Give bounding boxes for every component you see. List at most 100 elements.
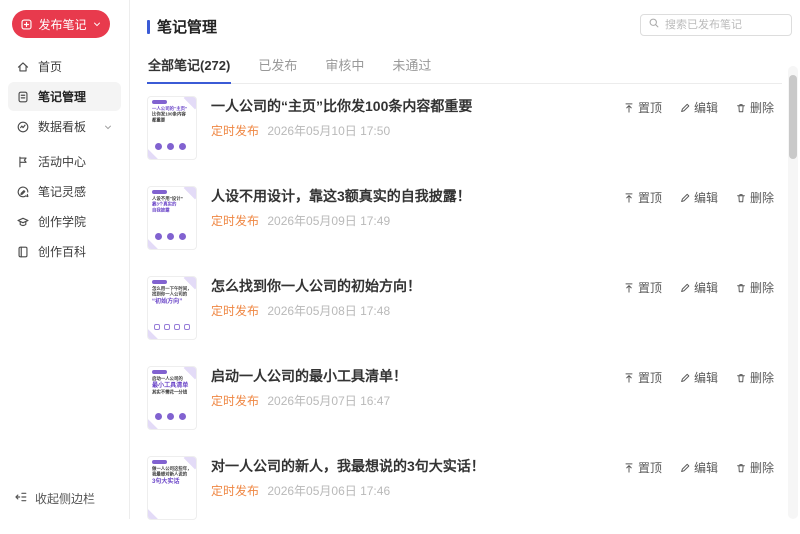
sidebar-item-home[interactable]: 首页 — [8, 52, 121, 81]
page-header: 笔记管理 — [131, 0, 800, 37]
sidebar-item-label: 创作百科 — [38, 245, 87, 259]
note-thumbnail[interactable]: 一人公司的“主页” 比你发100条内容 都重要 — [147, 96, 197, 160]
sidebar-item-note-management[interactable]: 笔记管理 — [8, 82, 121, 111]
note-thumbnail[interactable]: 启动一人公司的 最小工具清单 其实不需花一分钱 — [147, 366, 197, 430]
note-actions: 置顶 编辑 删除 — [623, 456, 774, 476]
note-title[interactable]: 对一人公司的新人，我最想说的3句大实话！ — [211, 456, 485, 475]
thumb-text: 人设不用“设计” 靠3个真实的 自我披露 — [152, 196, 196, 213]
note-list: 一人公司的“主页” 比你发100条内容 都重要 一人公司的“主页”比你发100条… — [131, 84, 800, 534]
sidebar-item-note-inspiration[interactable]: 笔记灵感 — [8, 177, 121, 206]
trash-icon — [735, 372, 747, 384]
scrollbar-track[interactable] — [788, 66, 798, 519]
pin-icon — [623, 192, 635, 204]
collapse-sidebar-label: 收起侧边栏 — [35, 492, 96, 506]
note-timestamp: 2026年05月06日 17:46 — [267, 483, 391, 498]
edit-label: 编辑 — [693, 281, 718, 295]
note-status-badge: 定时发布 — [211, 213, 260, 228]
note-info: 怎么找到你一人公司的初始方向！ 定时发布 2026年05月08日 17:48 — [211, 276, 421, 319]
search-icon — [648, 16, 660, 34]
sidebar-menu: 首页 笔记管理 数据看板 活动中心 笔记灵感 创作学院 创作百科 — [0, 52, 129, 266]
pin-button[interactable]: 置顶 — [623, 369, 662, 386]
publish-note-label: 发布笔记 — [38, 17, 87, 32]
chevron-down-icon — [103, 122, 113, 132]
note-title[interactable]: 怎么找到你一人公司的初始方向！ — [211, 276, 421, 295]
thumb-line: 3句大实话 — [152, 477, 180, 485]
edit-button[interactable]: 编辑 — [679, 189, 718, 206]
tab-published[interactable]: 已发布 — [257, 51, 298, 83]
edit-label: 编辑 — [693, 191, 718, 205]
note-status-badge: 定时发布 — [211, 303, 260, 318]
note-thumbnail[interactable]: 做一人公司这些年， 我最想对新人说的 3句大实话 — [147, 456, 197, 520]
plus-square-icon — [20, 18, 33, 31]
note-actions: 置顶 编辑 删除 — [623, 366, 774, 386]
delete-button[interactable]: 删除 — [735, 459, 774, 476]
pin-icon — [623, 372, 635, 384]
publish-note-button[interactable]: 发布笔记 — [12, 10, 110, 38]
sidebar-item-creation-encyclopedia[interactable]: 创作百科 — [8, 237, 121, 266]
note-info: 启动一人公司的最小工具清单！ 定时发布 2026年05月07日 16:47 — [211, 366, 407, 409]
note-meta: 定时发布 2026年05月10日 17:50 — [211, 122, 472, 139]
note-row: 人设不用“设计” 靠3个真实的 自我披露 人设不用设计，靠这3额真实的自我披露！… — [147, 174, 800, 264]
sidebar-item-label: 首页 — [38, 60, 63, 74]
note-timestamp: 2026年05月07日 16:47 — [267, 393, 391, 408]
note-row: 一人公司的“主页” 比你发100条内容 都重要 一人公司的“主页”比你发100条… — [147, 84, 800, 174]
pin-label: 置顶 — [637, 281, 662, 295]
note-row: 启动一人公司的 最小工具清单 其实不需花一分钱 启动一人公司的最小工具清单！ 定… — [147, 354, 800, 444]
thumb-line: 都重要 — [152, 117, 166, 123]
edit-label: 编辑 — [693, 461, 718, 475]
delete-button[interactable]: 删除 — [735, 99, 774, 116]
sidebar-item-creation-academy[interactable]: 创作学院 — [8, 207, 121, 236]
edit-icon — [679, 192, 691, 204]
sidebar-item-label: 创作学院 — [38, 215, 87, 229]
delete-button[interactable]: 删除 — [735, 369, 774, 386]
edit-button[interactable]: 编辑 — [679, 459, 718, 476]
collapse-sidebar-button[interactable]: 收起侧边栏 — [14, 490, 95, 507]
search-input[interactable] — [665, 19, 784, 31]
thumb-text: 怎么用一下午时间， 找到你一人公司的 “初始方向” — [152, 286, 196, 305]
trash-icon — [735, 462, 747, 474]
note-meta: 定时发布 2026年05月09日 17:49 — [211, 212, 471, 229]
note-meta: 定时发布 2026年05月08日 17:48 — [211, 302, 421, 319]
delete-button[interactable]: 删除 — [735, 279, 774, 296]
thumb-decoration — [152, 190, 167, 194]
tab-all-notes[interactable]: 全部笔记(272) — [147, 51, 232, 84]
trash-icon — [735, 192, 747, 204]
scrollbar-thumb[interactable] — [789, 75, 797, 159]
note-thumbnail[interactable]: 人设不用“设计” 靠3个真实的 自我披露 — [147, 186, 197, 250]
delete-label: 删除 — [749, 371, 774, 385]
sidebar-item-label: 活动中心 — [38, 155, 87, 169]
edit-button[interactable]: 编辑 — [679, 279, 718, 296]
edit-button[interactable]: 编辑 — [679, 99, 718, 116]
search-box[interactable] — [640, 14, 792, 36]
main-content: 笔记管理 全部笔记(272) 已发布 审核中 未通过 一人公司的“主页” 比你发… — [131, 0, 800, 520]
sidebar-item-activity-center[interactable]: 活动中心 — [8, 147, 121, 176]
pin-button[interactable]: 置顶 — [623, 279, 662, 296]
tab-rejected[interactable]: 未通过 — [391, 51, 432, 83]
note-timestamp: 2026年05月09日 17:49 — [267, 213, 391, 228]
tab-in-review[interactable]: 审核中 — [324, 51, 365, 83]
edit-button[interactable]: 编辑 — [679, 369, 718, 386]
note-title[interactable]: 启动一人公司的最小工具清单！ — [211, 366, 407, 385]
pin-button[interactable]: 置顶 — [623, 99, 662, 116]
note-title[interactable]: 人设不用设计，靠这3额真实的自我披露！ — [211, 186, 471, 205]
thumb-decoration — [152, 100, 167, 104]
pin-button[interactable]: 置顶 — [623, 459, 662, 476]
sidebar-item-data-dashboard[interactable]: 数据看板 — [8, 112, 121, 141]
note-row: 怎么用一下午时间， 找到你一人公司的 “初始方向” 怎么找到你一人公司的初始方向… — [147, 264, 800, 354]
trash-icon — [735, 102, 747, 114]
sidebar-item-label: 笔记灵感 — [38, 185, 87, 199]
note-thumbnail[interactable]: 怎么用一下午时间， 找到你一人公司的 “初始方向” — [147, 276, 197, 340]
thumb-line: 其实不需花一分钱 — [152, 389, 188, 395]
delete-button[interactable]: 删除 — [735, 189, 774, 206]
pin-button[interactable]: 置顶 — [623, 189, 662, 206]
thumb-text: 启动一人公司的 最小工具清单 其实不需花一分钱 — [152, 376, 196, 395]
thumb-line: 自我披露 — [152, 207, 170, 213]
note-timestamp: 2026年05月08日 17:48 — [267, 303, 391, 318]
note-meta: 定时发布 2026年05月07日 16:47 — [211, 392, 407, 409]
note-actions: 置顶 编辑 删除 — [623, 186, 774, 206]
trash-icon — [735, 282, 747, 294]
title-accent-bar — [147, 19, 150, 34]
note-title[interactable]: 一人公司的“主页”比你发100条内容都重要 — [211, 96, 472, 115]
edit-label: 编辑 — [693, 371, 718, 385]
tab-bar: 全部笔记(272) 已发布 审核中 未通过 — [147, 51, 782, 84]
